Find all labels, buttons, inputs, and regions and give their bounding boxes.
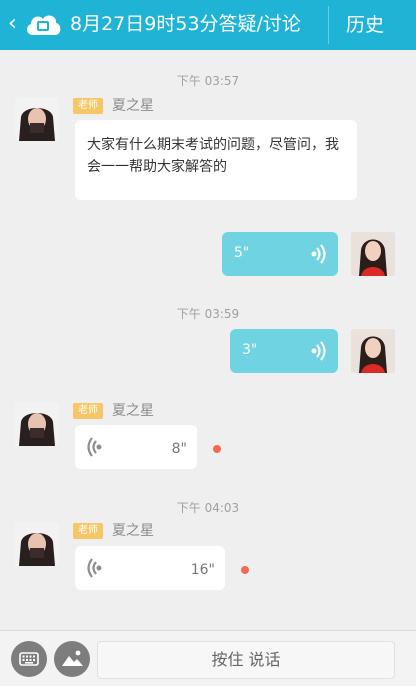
avatar-image — [15, 97, 59, 141]
voice-message-bubble[interactable]: 5" — [222, 232, 338, 276]
voice-message-bubble[interactable]: 3" — [230, 329, 338, 373]
keyboard-icon[interactable] — [11, 641, 47, 677]
avatar-image — [351, 329, 395, 373]
voice-message-bubble[interactable]: 16" — [75, 546, 225, 590]
avatar-image — [351, 232, 395, 276]
sender-name: 夏之星 — [112, 523, 154, 539]
back-icon[interactable]: ‹ — [8, 12, 17, 36]
input-bar: 按住 说话 — [0, 630, 416, 686]
timestamp: 下午 03:57 — [176, 74, 240, 88]
teacher-badge: 老师 — [73, 403, 103, 419]
timestamp: 下午 03:59 — [176, 307, 240, 321]
unread-dot — [213, 445, 221, 453]
voice-message-bubble[interactable]: 8" — [75, 425, 197, 469]
history-button[interactable]: 历史 — [346, 13, 384, 37]
voice-wave-icon — [311, 244, 326, 264]
unread-dot — [241, 566, 249, 574]
image-icon[interactable] — [54, 641, 90, 677]
message-text: 大家有什么期末考试的问题，尽管问，我会一一帮助大家解答的 — [87, 137, 339, 175]
voice-wave-icon — [87, 437, 102, 457]
keyboard-glyph — [19, 652, 39, 666]
teacher-badge: 老师 — [73, 523, 103, 539]
teacher-badge: 老师 — [73, 98, 103, 114]
avatar-image — [15, 522, 59, 566]
voice-wave-icon — [311, 341, 326, 361]
avatar[interactable] — [15, 402, 59, 446]
timestamp: 下午 04:03 — [176, 501, 240, 515]
voice-duration: 16" — [190, 562, 215, 578]
cloud-icon — [27, 15, 61, 35]
sender-name: 夏之星 — [112, 403, 154, 419]
voice-wave-icon — [87, 558, 102, 578]
page-title: 8月27日9时53分答疑/讨论 — [70, 13, 301, 35]
voice-duration: 5" — [234, 245, 250, 261]
my-avatar[interactable] — [351, 232, 395, 276]
header-divider — [328, 6, 329, 44]
avatar[interactable] — [15, 522, 59, 566]
sender-name: 夏之星 — [112, 98, 154, 114]
hold-to-talk-button[interactable]: 按住 说话 — [97, 641, 395, 679]
avatar[interactable] — [15, 97, 59, 141]
voice-duration: 3" — [242, 342, 258, 358]
my-avatar[interactable] — [351, 329, 395, 373]
image-glyph — [62, 650, 83, 666]
voice-duration: 8" — [171, 441, 187, 457]
avatar-image — [15, 402, 59, 446]
text-message-bubble[interactable]: 大家有什么期末考试的问题，尽管问，我会一一帮助大家解答的 — [75, 120, 357, 200]
top-bar: ‹ 8月27日9时53分答疑/讨论 历史 — [0, 0, 416, 50]
